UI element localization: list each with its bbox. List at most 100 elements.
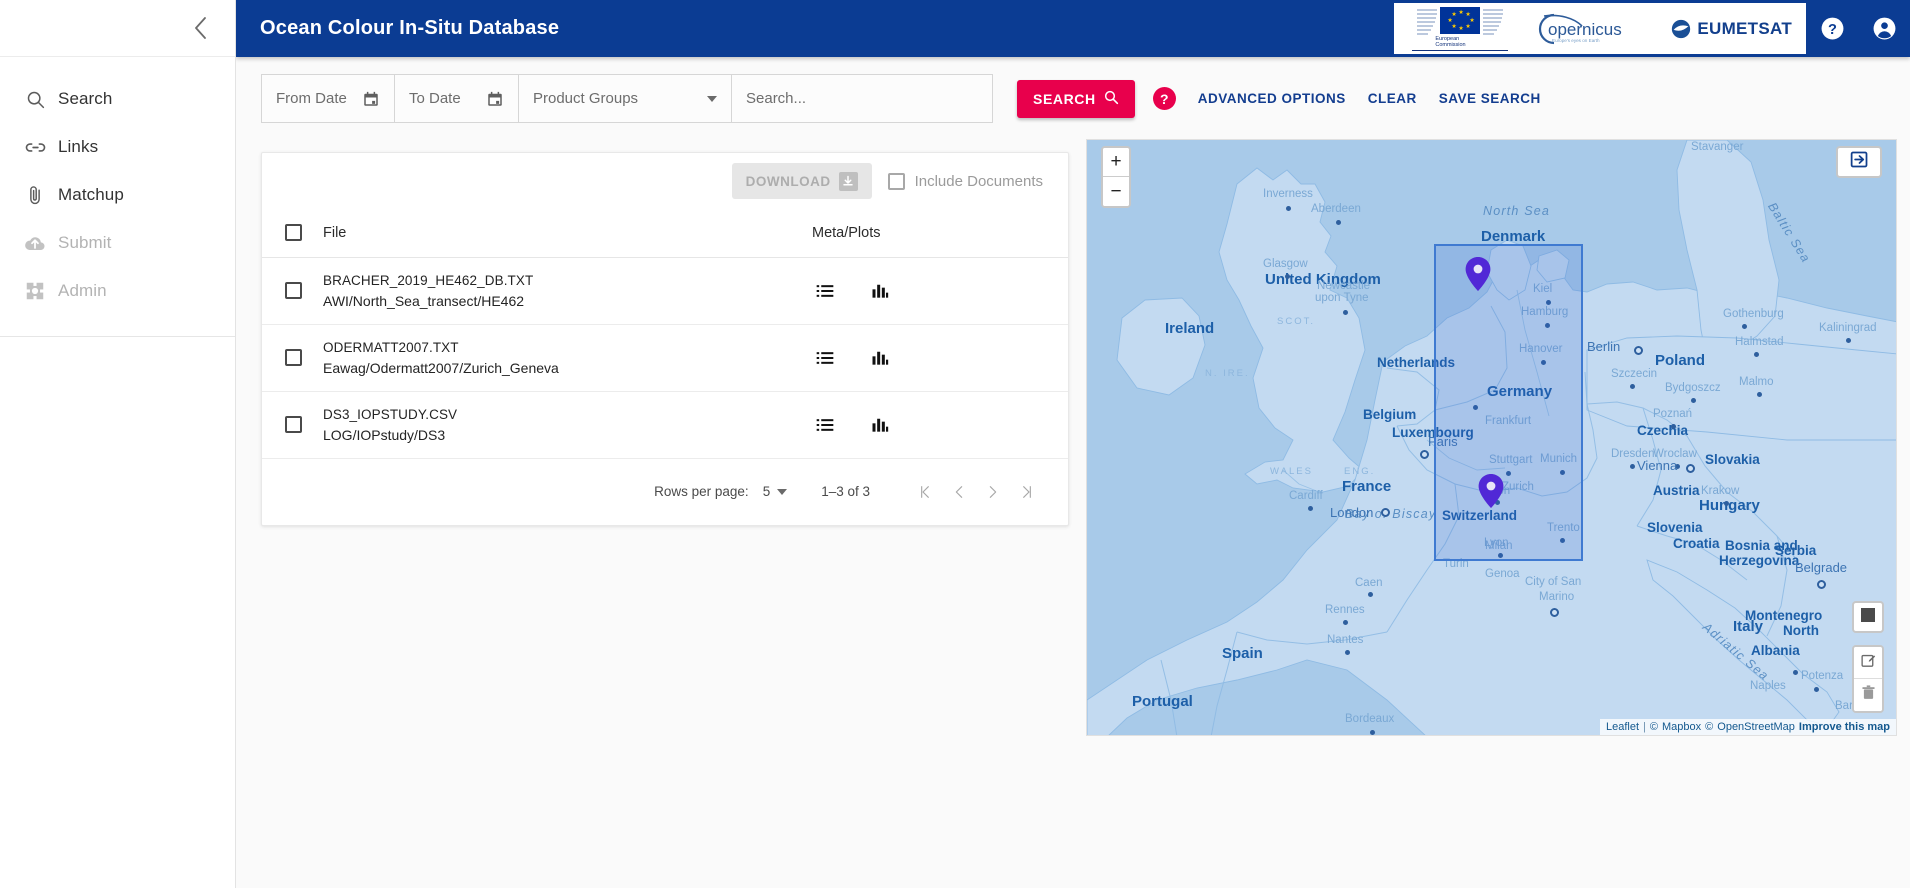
select-all-header [262,209,316,258]
row-actions-cell [808,324,1068,392]
list-icon[interactable] [815,281,835,301]
city-dot [1368,592,1373,597]
city-dot-capital [1381,508,1390,517]
chevron-down-icon [707,95,717,102]
city-dot [1754,352,1759,357]
calendar-icon[interactable] [486,90,504,108]
next-page-icon[interactable] [976,475,1010,509]
link-icon [12,136,58,159]
city-dot [1286,206,1291,211]
file-path: Eawag/Odermatt2007/Zurich_Geneva [323,359,559,376]
include-documents-label: Include Documents [914,172,1043,190]
row-file-cell: BRACHER_2019_HE462_DB.TXT AWI/North_Sea_… [316,257,808,325]
city-dot [1541,360,1546,365]
bar-chart-icon[interactable] [870,415,890,435]
improve-map-link[interactable]: Improve this map [1799,721,1890,733]
column-header-file: File [316,209,808,258]
sidebar-item-search[interactable]: Search [0,75,235,123]
row-checkbox[interactable] [285,416,302,433]
app-root: Search Links Matchup Submit Admin Ocean … [0,0,1910,888]
expand-icon [1849,149,1870,175]
search-input[interactable]: Search... [731,74,993,123]
account-circle-icon[interactable] [1858,0,1910,57]
product-groups-label: Product Groups [533,90,639,107]
city-dot [1343,620,1348,625]
row-actions-cell [808,257,1068,325]
results-panel: DOWNLOAD Include Documents File Meta/Plo… [261,152,1069,526]
header-right-group: ★ ★ ★ ★ ★ ★ ★ ★ European Commission oper… [1394,0,1910,57]
map-tiles[interactable]: North Sea Baltic Sea Bay of Biscay Adria… [1087,140,1896,735]
zoom-in-button[interactable]: + [1103,148,1129,177]
search-input-placeholder: Search... [746,90,807,107]
file-path: AWI/North_Sea_transect/HE462 [323,292,525,309]
rows-per-page-select[interactable]: 5 [763,484,788,499]
help-circle-icon[interactable]: ? [1806,0,1858,57]
to-date-input[interactable]: To Date [394,74,519,123]
bar-chart-icon[interactable] [870,281,890,301]
list-icon[interactable] [815,415,835,435]
table-row[interactable]: ODERMATT2007.TXT Eawag/Odermatt2007/Zuri… [262,324,1068,392]
mapbox-link[interactable]: Mapbox [1662,721,1701,733]
sidebar-item-admin: Admin [0,267,235,315]
city-dot [1546,300,1551,305]
row-checkbox[interactable] [285,282,302,299]
search-button[interactable]: SEARCH [1017,79,1135,118]
row-file-cell: DS3_IOPSTUDY.CSV LOG/IOPstudy/DS3 [316,391,808,459]
chevron-left-icon[interactable] [187,15,213,41]
file-name: DS3_IOPSTUDY.CSV [323,406,458,422]
include-documents-checkbox[interactable]: Include Documents [887,172,1043,190]
sidebar-item-matchup[interactable]: Matchup [0,171,235,219]
sidebar-item-label: Admin [58,281,107,300]
chevron-down-icon [777,488,788,495]
eu-logo-caption: European Commission [1412,36,1509,51]
save-search-button[interactable]: SAVE SEARCH [1439,91,1541,106]
sidebar-item-links[interactable]: Links [0,123,235,171]
table-row[interactable]: DS3_IOPSTUDY.CSV LOG/IOPstudy/DS3 [262,391,1068,459]
clear-button[interactable]: CLEAR [1368,91,1417,106]
map-delete-shape-button[interactable] [1854,679,1882,711]
pagination-range: 1–3 of 3 [821,484,870,499]
last-page-icon[interactable] [1010,475,1044,509]
leaflet-link[interactable]: Leaflet [1606,721,1639,733]
list-icon[interactable] [815,348,835,368]
row-checkbox[interactable] [285,349,302,366]
prev-page-icon[interactable] [942,475,976,509]
eu-flag-icon: ★ ★ ★ ★ ★ ★ ★ ★ [1440,6,1481,34]
table-header-row: File Meta/Plots [262,209,1068,258]
edit-shape-icon [1860,652,1877,674]
zoom-out-button[interactable]: − [1103,177,1129,206]
search-toolbar: From Date To Date Product Groups Search.… [236,57,1910,140]
select-all-checkbox[interactable] [285,224,302,242]
table-row[interactable]: BRACHER_2019_HE462_DB.TXT AWI/North_Sea_… [262,257,1068,325]
from-date-input[interactable]: From Date [261,74,395,123]
sidebar-item-label: Submit [58,233,112,252]
city-dot-capital [1420,450,1429,459]
file-name: ODERMATT2007.TXT [323,339,459,355]
trash-icon [1860,684,1877,706]
first-page-icon[interactable] [908,475,942,509]
map-edit-shape-button[interactable] [1854,647,1882,679]
product-groups-select[interactable]: Product Groups [518,74,732,123]
city-dot [1498,553,1503,558]
row-select-cell [262,324,316,392]
copernicus-logo: opernicus Europe's eyes on Earth [1530,12,1648,46]
city-dot-capital [1550,608,1559,617]
city-dot-capital [1817,580,1826,589]
sidebar-item-label: Matchup [58,185,124,204]
svg-text:?: ? [1828,22,1837,38]
bar-chart-icon[interactable] [870,348,890,368]
map-draw-rectangle-button[interactable] [1852,601,1884,633]
search-icon [12,89,58,110]
svg-text:Europe's eyes on Earth: Europe's eyes on Earth [1552,38,1600,43]
calendar-icon[interactable] [362,90,380,108]
search-help-icon[interactable]: ? [1152,87,1176,110]
advanced-options-button[interactable]: ADVANCED OPTIONS [1198,91,1346,106]
eu-logo-right-lines [1483,7,1504,35]
eumetsat-logo: EUMETSAT [1670,18,1792,40]
map-panel[interactable]: North Sea Baltic Sea Bay of Biscay Adria… [1086,139,1897,736]
download-button[interactable]: DOWNLOAD [731,163,872,199]
openstreetmap-link[interactable]: OpenStreetMap [1717,721,1795,733]
city-dot [1336,220,1341,225]
copyright-glyph: © [1649,721,1659,733]
map-fullscreen-button[interactable] [1836,146,1882,178]
